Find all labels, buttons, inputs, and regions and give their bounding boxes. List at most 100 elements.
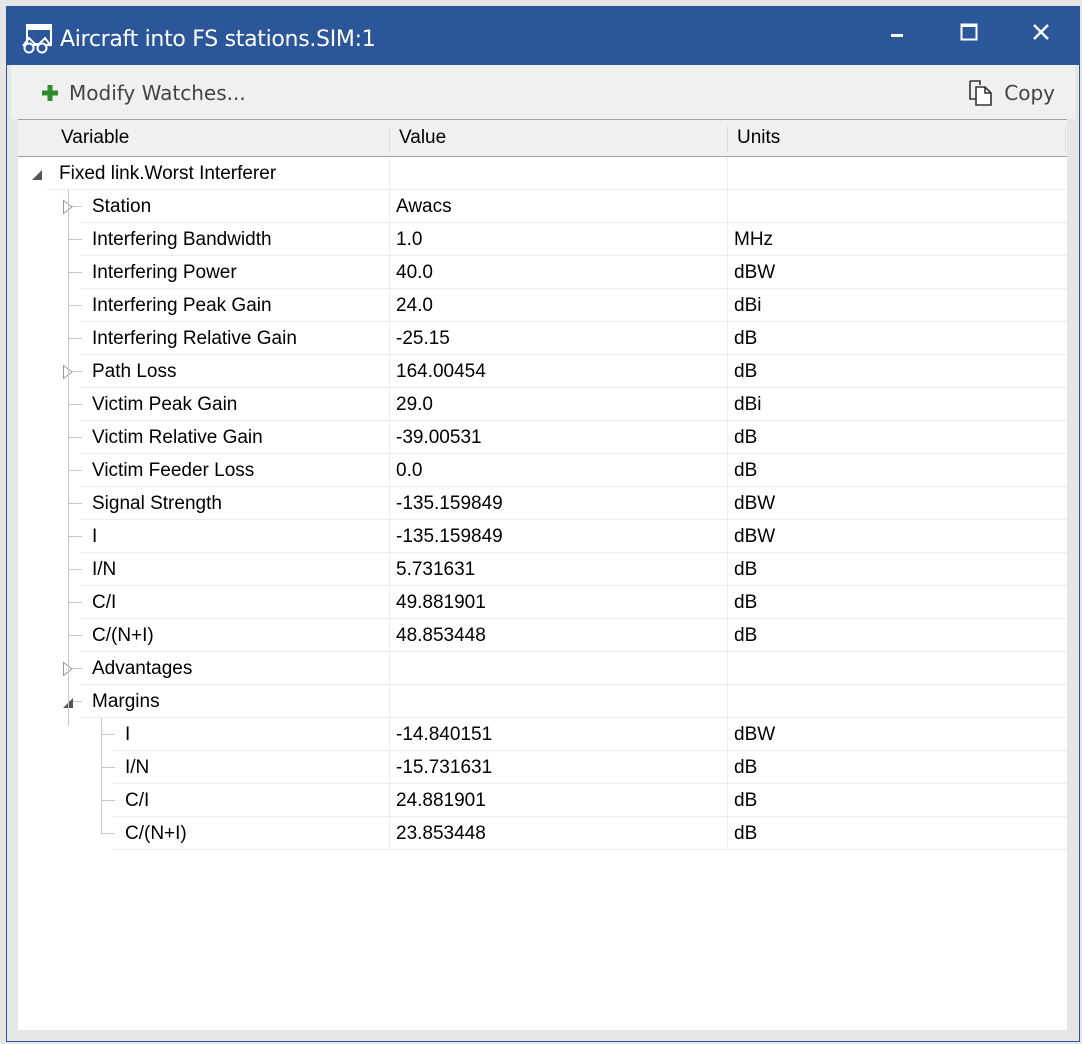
table-row[interactable]: I -135.159849 dBW xyxy=(18,520,1067,553)
value-cell: -135.159849 xyxy=(396,526,503,547)
table-row[interactable]: Interfering Bandwidth 1.0 MHz xyxy=(18,223,1067,256)
tree-connector xyxy=(68,404,82,405)
value-cell: 24.0 xyxy=(396,295,433,316)
variable-cell: C/I xyxy=(92,592,117,613)
copy-icon xyxy=(968,79,994,107)
value-cell: -25.15 xyxy=(396,328,450,349)
minimize-icon xyxy=(891,34,903,37)
value-cell: 48.853448 xyxy=(396,625,486,646)
table-row[interactable]: Interfering Power 40.0 dBW xyxy=(18,256,1067,289)
variable-cell: Victim Relative Gain xyxy=(92,427,263,448)
variable-cell: C/(N+I) xyxy=(92,625,154,646)
table-row[interactable]: Signal Strength -135.159849 dBW xyxy=(18,487,1067,520)
watch-tree-table: Variable Value Units Fixed link.Worst In… xyxy=(18,119,1067,1030)
copy-button[interactable]: Copy xyxy=(968,75,1055,111)
tree-connector xyxy=(68,305,82,306)
units-cell: dB xyxy=(734,559,758,580)
units-cell: dB xyxy=(734,328,758,349)
table-row[interactable]: I/N -15.731631 dB xyxy=(18,751,1067,784)
variable-cell: C/I xyxy=(125,790,150,811)
table-row[interactable]: Victim Feeder Loss 0.0 dB xyxy=(18,454,1067,487)
column-resize-handle[interactable] xyxy=(727,126,728,152)
value-cell: -39.00531 xyxy=(396,427,482,448)
table-row[interactable]: C/I 24.881901 dB xyxy=(18,784,1067,817)
table-row[interactable]: Victim Peak Gain 29.0 dBi xyxy=(18,388,1067,421)
units-cell: dB xyxy=(734,460,758,481)
table-row[interactable]: Victim Relative Gain -39.00531 dB xyxy=(18,421,1067,454)
units-cell: dB xyxy=(734,592,758,613)
close-icon xyxy=(1033,24,1049,40)
modify-watches-label: Modify Watches... xyxy=(69,81,246,105)
tree-connector xyxy=(68,470,82,471)
expanded-triangle-icon[interactable] xyxy=(30,166,44,182)
variable-cell: Interfering Bandwidth xyxy=(92,229,272,250)
value-cell: 24.881901 xyxy=(396,790,486,811)
maximize-button[interactable] xyxy=(933,7,1005,57)
variable-cell: I xyxy=(92,526,98,547)
units-cell: dBW xyxy=(734,724,776,745)
variable-cell: Victim Peak Gain xyxy=(92,394,238,415)
units-cell: dB xyxy=(734,625,758,646)
value-cell: -14.840151 xyxy=(396,724,493,745)
variable-cell: Victim Feeder Loss xyxy=(92,460,255,481)
tree-guide-line xyxy=(68,190,69,726)
column-header-units[interactable]: Units xyxy=(729,120,1066,156)
variable-cell: I/N xyxy=(125,757,150,778)
row-divider xyxy=(113,849,1067,850)
value-cell: 1.0 xyxy=(396,229,423,250)
tree-connector xyxy=(68,635,82,636)
close-button[interactable] xyxy=(1005,7,1077,57)
variable-cell: Signal Strength xyxy=(92,493,222,514)
value-cell: Awacs xyxy=(396,196,452,217)
units-cell: dBi xyxy=(734,295,762,316)
variable-cell: Path Loss xyxy=(92,361,177,382)
modify-watches-button[interactable]: Modify Watches... xyxy=(41,75,246,111)
value-cell: -15.731631 xyxy=(396,757,493,778)
minimize-button[interactable] xyxy=(861,7,933,57)
table-row[interactable]: Station Awacs xyxy=(18,190,1067,223)
copy-label: Copy xyxy=(1004,81,1055,105)
variable-cell: Interfering Power xyxy=(92,262,237,283)
maximize-icon xyxy=(960,23,978,41)
tree-connector xyxy=(68,437,82,438)
variable-cell: Advantages xyxy=(92,658,193,679)
toolbar: Modify Watches... Copy xyxy=(11,65,1075,119)
table-row[interactable]: Interfering Peak Gain 24.0 dBi xyxy=(18,289,1067,322)
plus-icon xyxy=(41,84,59,102)
tree-connector xyxy=(101,734,115,735)
tree-connector xyxy=(68,239,82,240)
tree-connector xyxy=(68,272,82,273)
variable-cell: I xyxy=(125,724,131,745)
column-header-variable[interactable]: Variable xyxy=(53,120,390,156)
units-cell: dB xyxy=(734,790,758,811)
table-row[interactable]: I/N 5.731631 dB xyxy=(18,553,1067,586)
variable-cell: Interfering Relative Gain xyxy=(92,328,297,349)
units-cell: dBW xyxy=(734,526,776,547)
units-cell: dBW xyxy=(734,493,776,514)
table-row[interactable]: Advantages xyxy=(18,652,1067,685)
variable-cell: Interfering Peak Gain xyxy=(92,295,272,316)
tree-connector xyxy=(68,569,82,570)
title-bar[interactable]: Aircraft into FS stations.SIM:1 xyxy=(7,7,1079,65)
tree-connector xyxy=(68,503,82,504)
variable-cell: I/N xyxy=(92,559,117,580)
table-header: Variable Value Units xyxy=(18,120,1067,157)
value-cell: 0.0 xyxy=(396,460,423,481)
table-row[interactable]: Path Loss 164.00454 dB xyxy=(18,355,1067,388)
table-row[interactable]: Interfering Relative Gain -25.15 dB xyxy=(18,322,1067,355)
units-cell: dBi xyxy=(734,394,762,415)
units-cell: dB xyxy=(734,361,758,382)
tree-connector xyxy=(68,602,82,603)
table-row[interactable]: I -14.840151 dBW xyxy=(18,718,1067,751)
value-cell: -135.159849 xyxy=(396,493,503,514)
column-resize-handle[interactable] xyxy=(389,126,390,152)
table-row[interactable]: Fixed link.Worst Interferer xyxy=(18,157,1067,190)
units-cell: dB xyxy=(734,823,758,844)
units-cell: dBW xyxy=(734,262,776,283)
table-row[interactable]: C/(N+I) 23.853448 dB xyxy=(18,817,1067,850)
value-cell: 29.0 xyxy=(396,394,433,415)
table-row[interactable]: C/(N+I) 48.853448 dB xyxy=(18,619,1067,652)
column-header-value[interactable]: Value xyxy=(391,120,728,156)
table-row[interactable]: C/I 49.881901 dB xyxy=(18,586,1067,619)
table-row[interactable]: Margins xyxy=(18,685,1067,718)
